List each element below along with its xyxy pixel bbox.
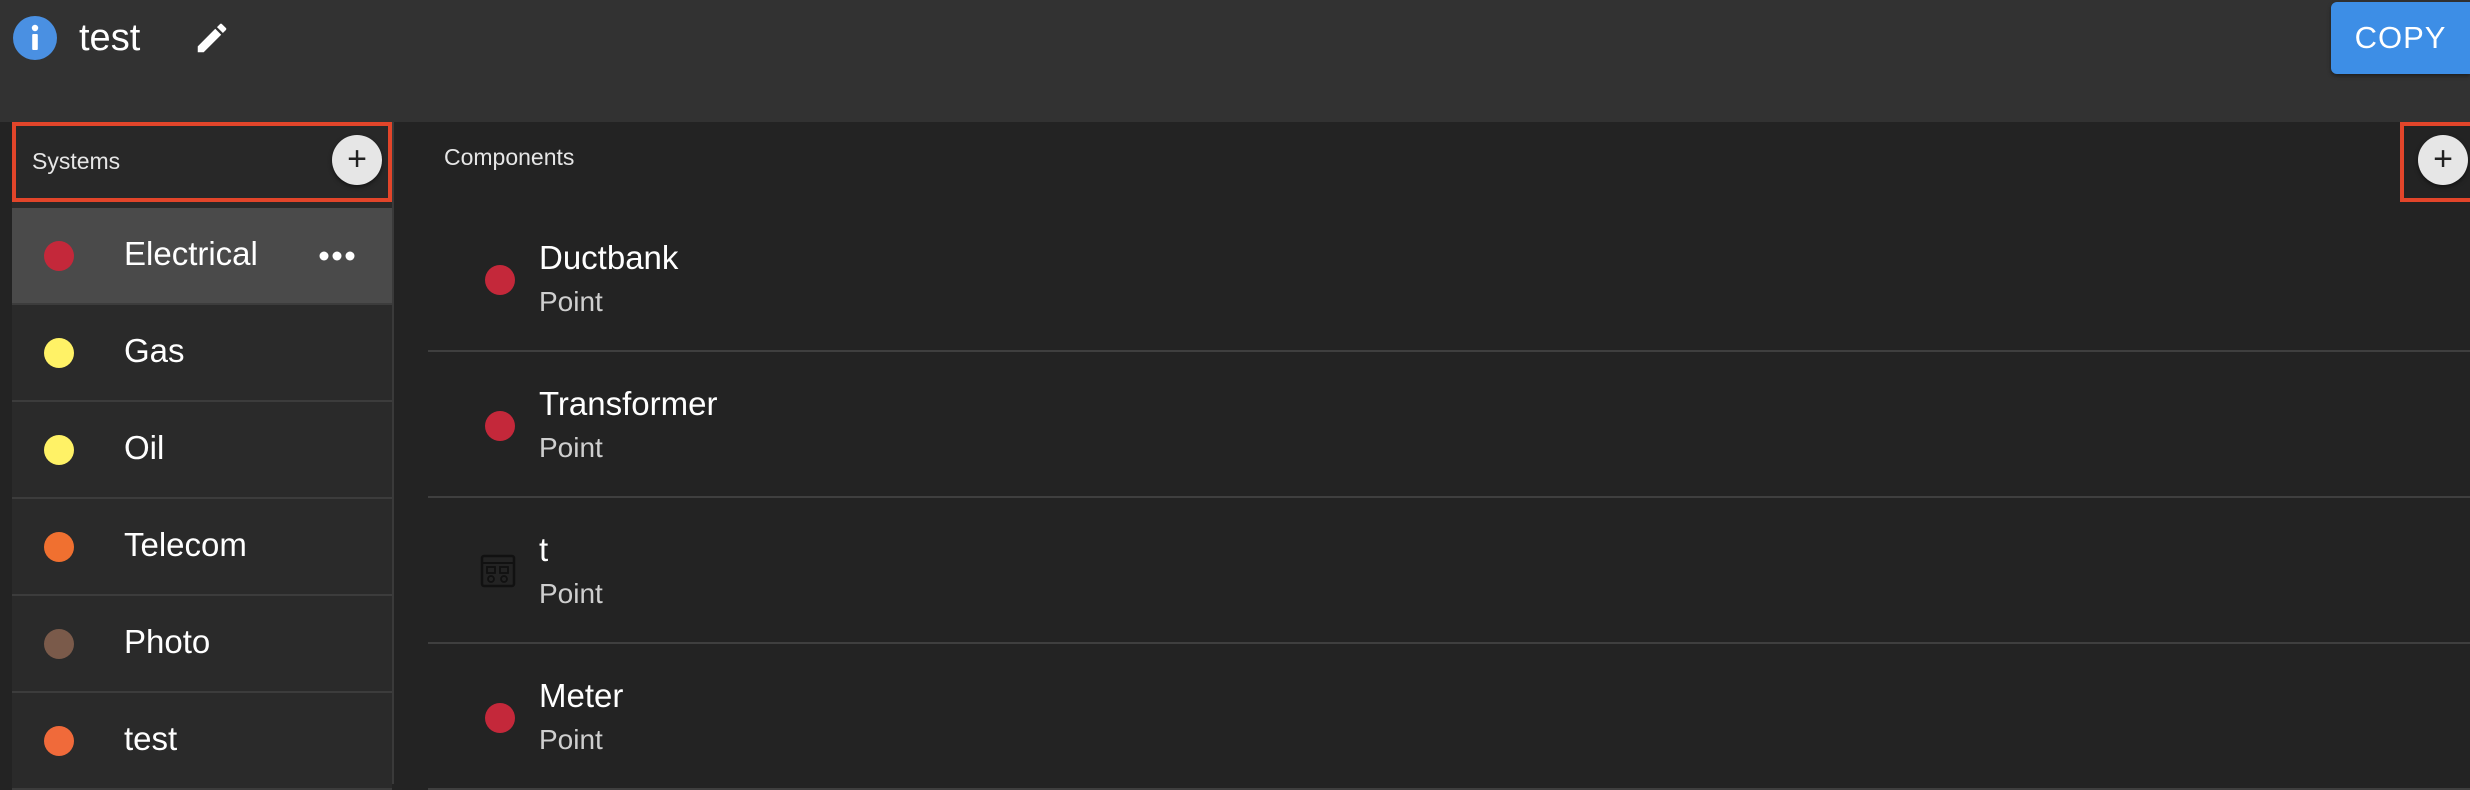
system-color-dot [44,532,74,562]
system-color-dot [44,338,74,368]
page-title: test [79,17,141,59]
component-name: t [539,531,549,568]
components-add-frame: + [2400,122,2470,202]
copy-button[interactable]: COPY [2331,2,2470,74]
component-color-dot [485,265,515,295]
system-label: Electrical [124,235,258,272]
equipment-icon [480,554,516,588]
component-item-ductbank[interactable]: Ductbank Point [428,206,2470,352]
components-title: Components [444,144,575,170]
system-color-dot [44,435,74,465]
component-name: Meter [539,677,624,714]
systems-title: Systems [32,148,121,174]
component-type: Point [539,724,603,755]
top-bar: test COPY [0,0,2470,122]
system-item-gas[interactable]: Gas [12,305,392,402]
pencil-icon[interactable] [193,19,231,57]
system-item-test[interactable]: test [12,693,392,790]
info-icon[interactable] [13,16,57,60]
system-item-telecom[interactable]: Telecom [12,499,392,596]
system-item-electrical[interactable]: Electrical [12,208,392,305]
system-color-dot [44,726,74,756]
system-item-oil[interactable]: Oil [12,402,392,499]
component-item-meter[interactable]: Meter Point [428,644,2470,790]
system-label: Oil [124,429,165,466]
system-color-dot [44,629,74,659]
system-color-dot [44,241,74,271]
component-type: Point [539,286,603,317]
component-type: Point [539,578,603,609]
system-label: Photo [124,623,211,660]
component-type: Point [539,432,603,463]
add-system-button[interactable]: + [332,135,382,185]
components-list: Ductbank Point Transformer Point t Point… [428,206,2470,790]
systems-header: Systems + [12,122,392,202]
component-name: Ductbank [539,239,679,276]
more-options-icon[interactable] [319,249,355,261]
system-label: Gas [124,332,185,369]
system-label: Telecom [124,526,247,563]
systems-list: Electrical Gas Oil Telecom Photo test [12,208,392,790]
system-label: test [124,720,178,757]
component-color-dot [485,703,515,733]
component-item-transformer[interactable]: Transformer Point [428,352,2470,498]
component-color-dot [485,411,515,441]
component-item-t[interactable]: t Point [428,498,2470,644]
component-name: Transformer [539,385,718,422]
system-item-photo[interactable]: Photo [12,596,392,693]
add-component-button[interactable]: + [2418,135,2468,185]
